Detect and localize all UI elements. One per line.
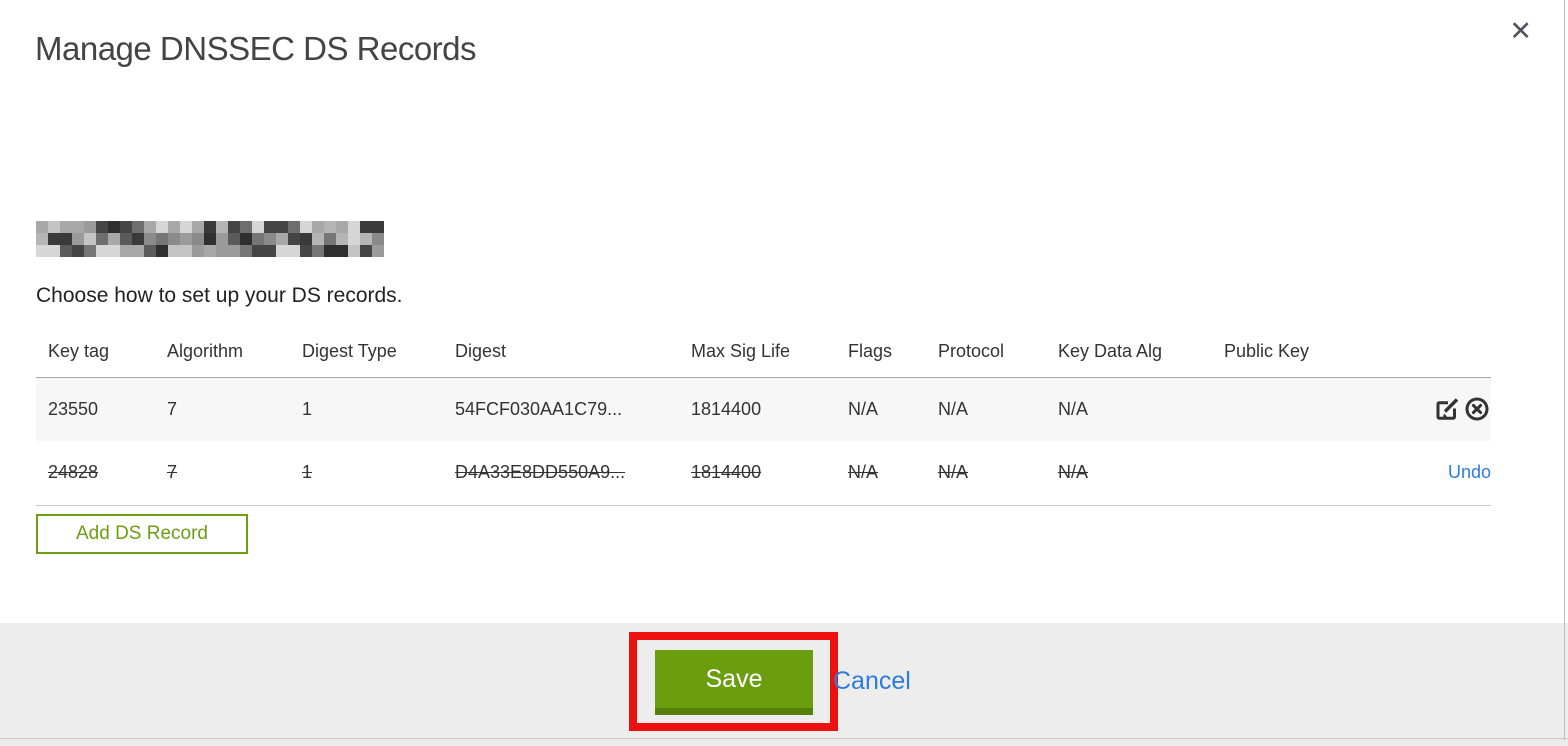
cancel-link[interactable]: Cancel xyxy=(833,667,911,696)
col-header-key-tag: Key tag xyxy=(48,341,110,362)
cell-max-sig-life: 1814400 xyxy=(691,398,762,419)
cell-digest: D4A33E8DD550A9... xyxy=(455,462,626,483)
edit-icon[interactable] xyxy=(1433,395,1461,423)
cell-protocol: N/A xyxy=(938,462,969,483)
page-title: Manage DNSSEC DS Records xyxy=(35,30,477,67)
instruction-text: Choose how to set up your DS records. xyxy=(36,284,403,307)
cell-digest-type: 1 xyxy=(302,398,313,419)
col-header-key-data-alg: Key Data Alg xyxy=(1058,341,1163,362)
undo-link[interactable]: Undo xyxy=(1448,462,1491,482)
save-button[interactable]: Save xyxy=(655,650,813,715)
cell-actions xyxy=(1362,377,1491,441)
cell-flags: N/A xyxy=(848,462,879,483)
table-row-active: 23550 7 1 54FCF030AA1C79... 1814400 N/A … xyxy=(36,377,1491,441)
col-header-public-key: Public Key xyxy=(1224,341,1310,362)
cell-digest-type: 1 xyxy=(302,462,313,483)
cell-protocol: N/A xyxy=(938,398,969,419)
cell-key-tag: 24828 xyxy=(48,462,99,483)
table-row-pending-delete: 24828 7 1 D4A33E8DD550A9... 1814400 N/A … xyxy=(36,441,1491,505)
table-header-row: Key tag Algorithm Digest Type Digest Max… xyxy=(36,327,1491,377)
col-header-flags: Flags xyxy=(848,341,893,362)
cell-public-key xyxy=(1212,377,1362,441)
close-icon[interactable]: ✕ xyxy=(1509,18,1532,45)
cell-algorithm: 7 xyxy=(167,462,178,483)
cell-algorithm: 7 xyxy=(167,398,178,419)
manage-dnssec-dialog: Manage DNSSEC DS Records ✕ Choose how to… xyxy=(0,0,1568,746)
ds-records-table: Key tag Algorithm Digest Type Digest Max… xyxy=(36,327,1491,506)
cell-max-sig-life: 1814400 xyxy=(691,462,762,483)
delete-icon[interactable] xyxy=(1463,395,1491,423)
modal-bottom-edge xyxy=(0,738,1568,746)
modal-right-edge xyxy=(1564,0,1565,740)
cell-flags: N/A xyxy=(848,398,879,419)
cell-key-data-alg: N/A xyxy=(1058,462,1089,483)
cell-digest: 54FCF030AA1C79... xyxy=(455,398,623,419)
col-header-actions xyxy=(1362,327,1491,377)
cell-key-tag: 23550 xyxy=(48,398,99,419)
cell-public-key xyxy=(1212,441,1362,505)
cell-key-data-alg: N/A xyxy=(1058,398,1089,419)
col-header-protocol: Protocol xyxy=(938,341,1005,362)
col-header-digest: Digest xyxy=(455,341,507,362)
cell-actions: Undo xyxy=(1362,441,1491,505)
add-ds-record-button[interactable]: Add DS Record xyxy=(36,514,248,554)
col-header-digest-type: Digest Type xyxy=(302,341,397,362)
col-header-algorithm: Algorithm xyxy=(167,341,244,362)
col-header-max-sig-life: Max Sig Life xyxy=(691,341,791,362)
redacted-domain-name xyxy=(36,221,384,257)
